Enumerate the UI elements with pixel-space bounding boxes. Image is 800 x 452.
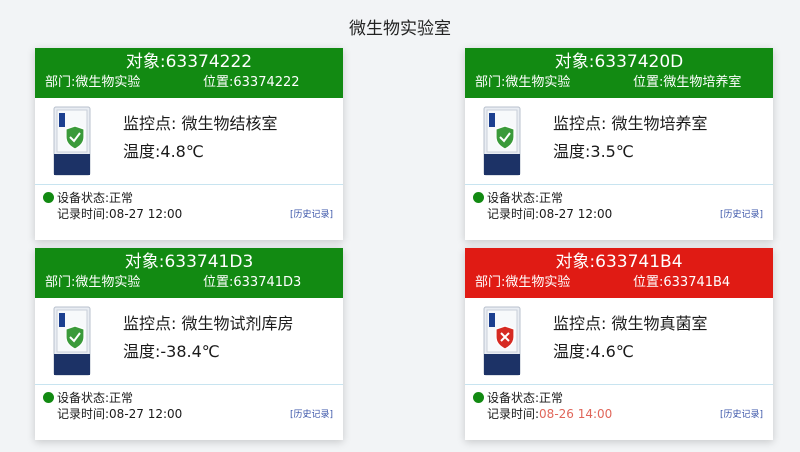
card-title: 对象:633741D3 [124,252,254,272]
card-location: 位置:633741B4 [633,275,731,290]
card-header: 对象:633741B4 部门:微生物实验 位置:633741B4 [465,248,773,298]
history-link[interactable]: [历史记录] [720,207,763,220]
record-time-label: 记录时间: [487,407,540,421]
card-department: 部门:微生物实验 [475,275,571,290]
device-status: 设备状态:正常 [57,191,134,205]
card-title: 对象:63374222 [125,52,253,72]
card-header: 对象:6337420D 部门:微生物实验 位置:微生物培养室 [465,48,773,98]
temperature-reading: 温度:4.6℃ [553,342,634,361]
history-link[interactable]: [历史记录] [290,207,333,220]
status-dot-icon [473,392,484,403]
record-time-label: 记录时间: [57,407,110,421]
record-time-label: 记录时间: [57,207,110,221]
monitor-point: 监控点: 微生物培养室 [553,114,708,133]
temperature-reading: 温度:3.5℃ [553,142,634,161]
monitor-card[interactable]: 对象:6337420D 部门:微生物实验 位置:微生物培养室 监控点: 微生物培… [465,48,773,240]
page-title: 微生物实验室 [349,19,451,39]
monitor-card[interactable]: 对象:63374222 部门:微生物实验 位置:63374222 监控点: 微生… [35,48,343,240]
card-title: 对象:6337420D [554,52,684,72]
card-department: 部门:微生物实验 [475,75,571,90]
record-time: 记录时间:08-27 12:00 [57,405,182,422]
status-dot-icon [43,392,54,403]
card-location: 位置:633741D3 [203,275,302,290]
card-location: 位置:63374222 [203,75,300,90]
record-time: 记录时间:08-27 12:00 [57,205,182,222]
history-link[interactable]: [历史记录] [720,407,763,420]
record-time-label: 记录时间: [487,207,540,221]
card-department: 部门:微生物实验 [45,275,141,290]
freezer-alarm-icon [483,306,521,376]
card-title: 对象:633741B4 [555,252,683,272]
status-dot-icon [473,192,484,203]
status-dot-icon [43,192,54,203]
card-header: 对象:63374222 部门:微生物实验 位置:63374222 [35,48,343,98]
card-location: 位置:微生物培养室 [633,75,742,90]
record-time-value: 08-27 12:00 [109,407,183,421]
record-time: 记录时间:08-27 12:00 [487,205,612,222]
device-status: 设备状态:正常 [487,191,564,205]
freezer-ok-icon [483,106,521,176]
monitor-point: 监控点: 微生物试剂库房 [123,314,294,333]
card-department: 部门:微生物实验 [45,75,141,90]
record-time-value: 08-27 12:00 [539,207,613,221]
device-status: 设备状态:正常 [57,391,134,405]
temperature-reading: 温度:-38.4℃ [123,342,220,361]
freezer-ok-icon [53,306,91,376]
monitor-card[interactable]: 对象:633741D3 部门:微生物实验 位置:633741D3 监控点: 微生… [35,248,343,440]
card-header: 对象:633741D3 部门:微生物实验 位置:633741D3 [35,248,343,298]
monitor-point: 监控点: 微生物真菌室 [553,314,708,333]
monitor-point: 监控点: 微生物结核室 [123,114,278,133]
record-time-value: 08-26 14:00 [539,407,613,421]
record-time-value: 08-27 12:00 [109,207,183,221]
history-link[interactable]: [历史记录] [290,407,333,420]
device-status: 设备状态:正常 [487,391,564,405]
monitor-card[interactable]: 对象:633741B4 部门:微生物实验 位置:633741B4 监控点: 微生… [465,248,773,440]
temperature-reading: 温度:4.8℃ [123,142,204,161]
record-time: 记录时间:08-26 14:00 [487,405,612,422]
freezer-ok-icon [53,106,91,176]
